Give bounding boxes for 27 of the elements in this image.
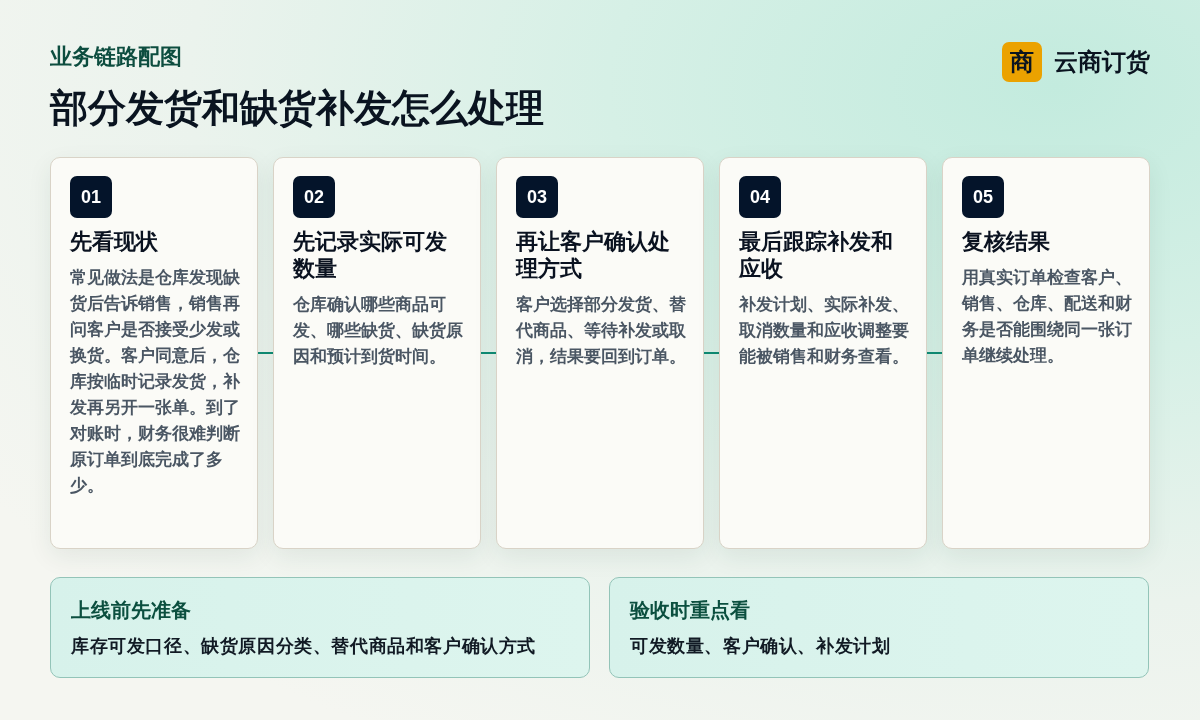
note-title: 验收时重点看 (630, 598, 750, 623)
connector-line (258, 352, 273, 354)
step-title: 最后跟踪补发和应收 (739, 228, 894, 282)
eyebrow-label: 业务链路配图 (50, 43, 182, 71)
page-title: 部分发货和缺货补发怎么处理 (50, 86, 544, 131)
step-description: 仓库确认哪些商品可发、哪些缺货、缺货原因和预计到货时间。 (293, 294, 463, 368)
step-title: 复核结果 (962, 228, 1050, 255)
connector-line (927, 352, 942, 354)
step-number: 04 (739, 176, 781, 218)
step-description: 常见做法是仓库发现缺货后告诉销售，销售再问客户是否接受少发或换货。客户同意后，仓库按临时记录发货，补发再另开一张单。到了对账时，财务很难判断原订单到底完成了多少。 (70, 267, 240, 497)
step-description: 补发计划、实际补发、取消数量和应收调整要能被销售和财务查看。 (739, 294, 909, 368)
step-number: 03 (516, 176, 558, 218)
step-number: 01 (70, 176, 112, 218)
step-description: 用真实订单检查客户、销售、仓库、配送和财务是否能围绕同一张订单继续处理。 (962, 267, 1132, 367)
connector-line (704, 352, 719, 354)
step-number: 05 (962, 176, 1004, 218)
brand-logo: 商 (1002, 42, 1042, 82)
note-title: 上线前先准备 (71, 598, 191, 623)
note-text: 可发数量、客户确认、补发计划 (630, 635, 891, 658)
step-number: 02 (293, 176, 335, 218)
brand-name: 云商订货 (1054, 47, 1150, 77)
step-title: 先看现状 (70, 228, 158, 255)
connector-line (481, 352, 496, 354)
step-title: 再让客户确认处理方式 (516, 228, 671, 282)
step-title: 先记录实际可发数量 (293, 228, 448, 282)
step-description: 客户选择部分发货、替代商品、等待补发或取消，结果要回到订单。 (516, 294, 686, 368)
note-text: 库存可发口径、缺货原因分类、替代商品和客户确认方式 (71, 635, 536, 658)
